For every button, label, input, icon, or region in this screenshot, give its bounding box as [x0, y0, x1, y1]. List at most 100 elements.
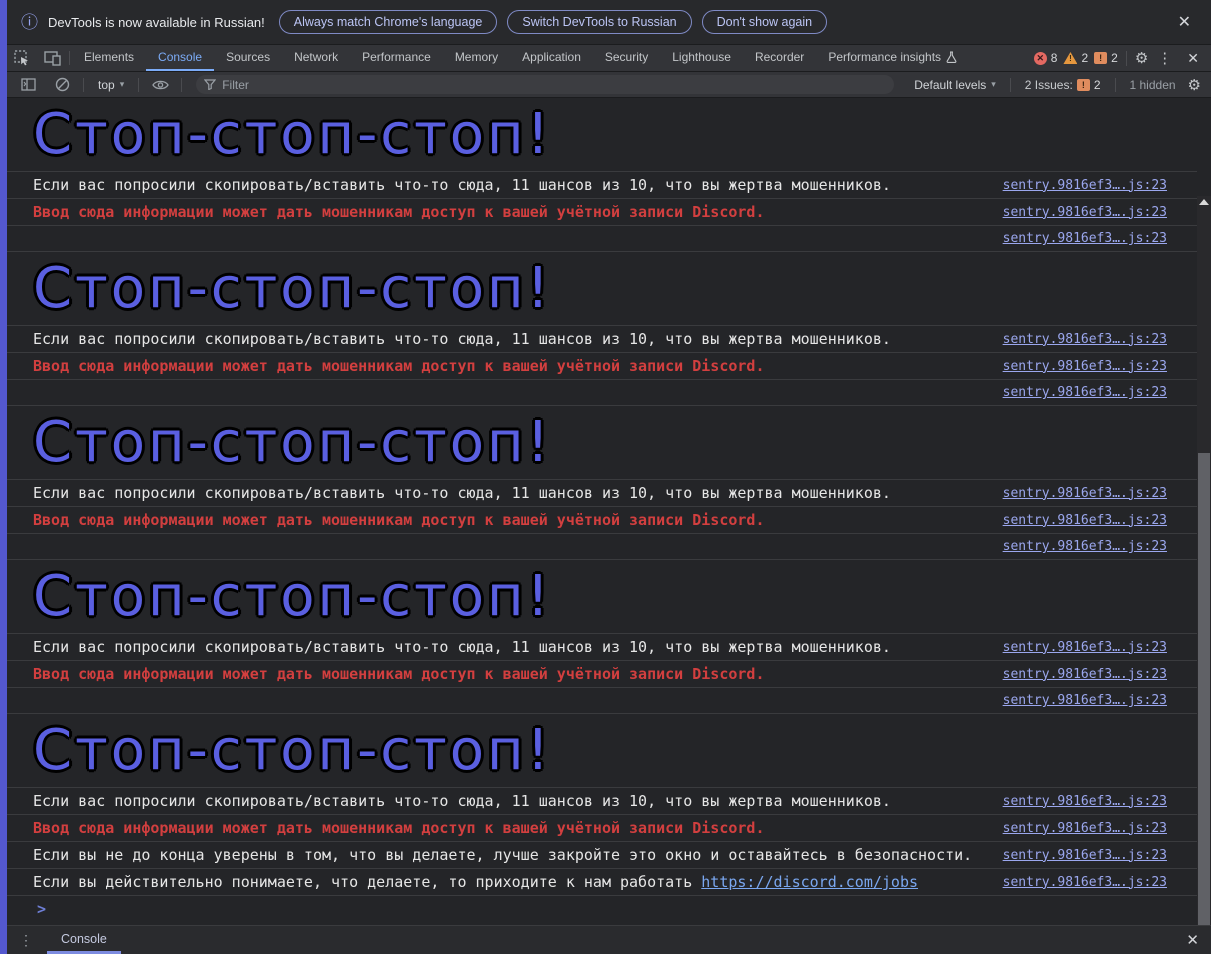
drawer-kebab-icon[interactable]: ⋮: [7, 926, 47, 954]
console-message-empty: sentry.9816ef3….js:23: [7, 380, 1197, 406]
issues-label: 2 Issues:: [1024, 77, 1073, 92]
warning-badge[interactable]: ! 2: [1063, 51, 1088, 65]
devtools-window: ⓘ DevTools is now available in Russian! …: [0, 0, 1211, 954]
discord-jobs-link[interactable]: https://discord.com/jobs: [701, 873, 918, 891]
drawer-close-icon[interactable]: ✕: [1174, 926, 1211, 954]
source-link[interactable]: sentry.9816ef3….js:23: [1003, 794, 1167, 809]
warning-line-text: Если вас попросили скопировать/вставить …: [33, 484, 891, 502]
devtools-close-icon[interactable]: ✕: [1181, 50, 1205, 67]
filter-input[interactable]: [222, 77, 887, 92]
tab-elements[interactable]: Elements: [72, 45, 146, 71]
source-link[interactable]: sentry.9816ef3….js:23: [1003, 875, 1167, 890]
source-link[interactable]: sentry.9816ef3….js:23: [1003, 640, 1167, 655]
log-levels-dropdown[interactable]: Default levels ▾: [906, 78, 1004, 92]
console-message-stop-banner: Стоп-стоп-стоп!: [7, 714, 1197, 788]
javascript-context-selector[interactable]: top ▾: [90, 78, 132, 92]
divider: [69, 51, 70, 65]
console-filter-field[interactable]: [196, 75, 895, 94]
tab-sources[interactable]: Sources: [214, 45, 282, 71]
tab-lighthouse[interactable]: Lighthouse: [660, 45, 743, 71]
source-link[interactable]: sentry.9816ef3….js:23: [1003, 539, 1167, 554]
danger-line-text: Ввод сюда информации может дать мошенник…: [33, 357, 765, 375]
source-link[interactable]: sentry.9816ef3….js:23: [1003, 693, 1167, 708]
source-link[interactable]: sentry.9816ef3….js:23: [1003, 178, 1167, 193]
context-value: top: [98, 77, 115, 92]
source-link[interactable]: sentry.9816ef3….js:23: [1003, 667, 1167, 682]
chevron-down-icon: ▾: [119, 79, 125, 89]
tab-console[interactable]: Console: [146, 45, 215, 71]
settings-gear-icon[interactable]: ⚙: [1135, 49, 1148, 67]
experiment-flask-icon: [946, 51, 957, 63]
more-options-kebab-icon[interactable]: ⋮: [1154, 49, 1175, 67]
devtools-panel: ⓘ DevTools is now available in Russian! …: [7, 0, 1211, 954]
stop-banner-text: Стоп-стоп-стоп!: [33, 256, 553, 321]
tab-recorder[interactable]: Recorder: [743, 45, 816, 71]
console-log-area: Стоп-стоп-стоп! Если вас попросили скопи…: [7, 98, 1211, 925]
tab-label: Lighthouse: [672, 50, 731, 64]
tab-application[interactable]: Application: [510, 45, 593, 71]
tab-label: Memory: [454, 50, 499, 64]
dont-show-again-button[interactable]: Don't show again: [701, 10, 828, 34]
divider: [181, 77, 183, 92]
divider: [1009, 77, 1011, 92]
tab-performance-insights[interactable]: Performance insights: [816, 45, 969, 71]
console-message-danger-line: Ввод сюда информации может дать мошенник…: [7, 199, 1197, 226]
tab-label: Security: [604, 50, 649, 64]
console-message-warning-line: Если вас попросили скопировать/вставить …: [7, 788, 1197, 815]
issues-counter[interactable]: 2 Issues: ! 2: [1017, 78, 1109, 92]
console-scrollbar[interactable]: [1197, 196, 1211, 925]
live-expression-eye-icon[interactable]: [145, 79, 175, 91]
filter-funnel-icon: [204, 79, 217, 90]
tab-security[interactable]: Security: [593, 45, 660, 71]
source-link[interactable]: sentry.9816ef3….js:23: [1003, 359, 1167, 374]
warning-line-text: Если вас попросили скопировать/вставить …: [33, 638, 891, 656]
source-link[interactable]: sentry.9816ef3….js:23: [1003, 332, 1167, 347]
scroll-up-arrow-icon[interactable]: [1199, 199, 1209, 205]
error-badge[interactable]: ✕ 8: [1033, 51, 1058, 65]
match-chrome-language-button[interactable]: Always match Chrome's language: [278, 10, 498, 34]
clear-console-icon[interactable]: [47, 77, 77, 92]
source-link[interactable]: sentry.9816ef3….js:23: [1003, 385, 1167, 400]
error-count: 8: [1050, 51, 1058, 65]
tab-memory[interactable]: Memory: [443, 45, 510, 71]
tab-label: Performance insights: [828, 50, 942, 64]
switch-devtools-russian-button[interactable]: Switch DevTools to Russian: [507, 10, 692, 34]
console-message-empty: sentry.9816ef3….js:23: [7, 688, 1197, 714]
console-sidebar-toggle-icon[interactable]: [13, 78, 43, 91]
console-message-warning-line: Если вас попросили скопировать/вставить …: [7, 480, 1197, 507]
source-link[interactable]: sentry.9816ef3….js:23: [1003, 205, 1167, 220]
scrollbar-thumb[interactable]: [1198, 453, 1210, 925]
source-link[interactable]: sentry.9816ef3….js:23: [1003, 486, 1167, 501]
levels-value: Default levels: [914, 77, 987, 92]
source-link[interactable]: sentry.9816ef3….js:23: [1003, 513, 1167, 528]
warning-line-text: Если вас попросили скопировать/вставить …: [33, 330, 891, 348]
tab-label: Console: [158, 50, 203, 64]
source-link[interactable]: sentry.9816ef3….js:23: [1003, 821, 1167, 836]
source-link[interactable]: sentry.9816ef3….js:23: [1003, 848, 1167, 863]
infobar-close-icon[interactable]: ✕: [1172, 10, 1197, 34]
info-icon: ⓘ: [21, 12, 38, 32]
tab-performance[interactable]: Performance: [350, 45, 443, 71]
drawer-tab-console[interactable]: Console: [47, 926, 121, 954]
console-prompt[interactable]: >: [7, 896, 1197, 922]
source-link[interactable]: sentry.9816ef3….js:23: [1003, 231, 1167, 246]
tabbar-right-controls: ✕ 8 ! 2 ! 2 ⚙ ⋮ ✕: [1033, 45, 1211, 71]
console-message-jobs-line: Если вы действительно понимаете, что дел…: [7, 869, 1197, 896]
language-infobar: ⓘ DevTools is now available in Russian! …: [7, 0, 1211, 45]
console-settings-gear-icon[interactable]: ⚙: [1188, 76, 1205, 94]
danger-line-text: Ввод сюда информации может дать мошенник…: [33, 819, 765, 837]
issue-icon: !: [1094, 52, 1108, 64]
console-message-danger-line: Ввод сюда информации может дать мошенник…: [7, 507, 1197, 534]
tab-network[interactable]: Network: [282, 45, 350, 71]
danger-line-text: Ввод сюда информации может дать мошенник…: [33, 511, 765, 529]
warning-icon: !: [1063, 52, 1078, 64]
issues-count: 2: [1093, 77, 1101, 92]
page-edge-strip: [0, 0, 7, 954]
inspect-element-icon[interactable]: [7, 45, 37, 71]
stop-banner-text: Стоп-стоп-стоп!: [33, 564, 553, 629]
stop-banner-text: Стоп-стоп-стоп!: [33, 410, 553, 475]
device-toolbar-icon[interactable]: [37, 45, 67, 71]
divider: [1114, 77, 1116, 92]
jobs-line-prefix: Если вы действительно понимаете, что дел…: [33, 873, 702, 891]
issues-badge[interactable]: ! 2: [1094, 51, 1118, 65]
